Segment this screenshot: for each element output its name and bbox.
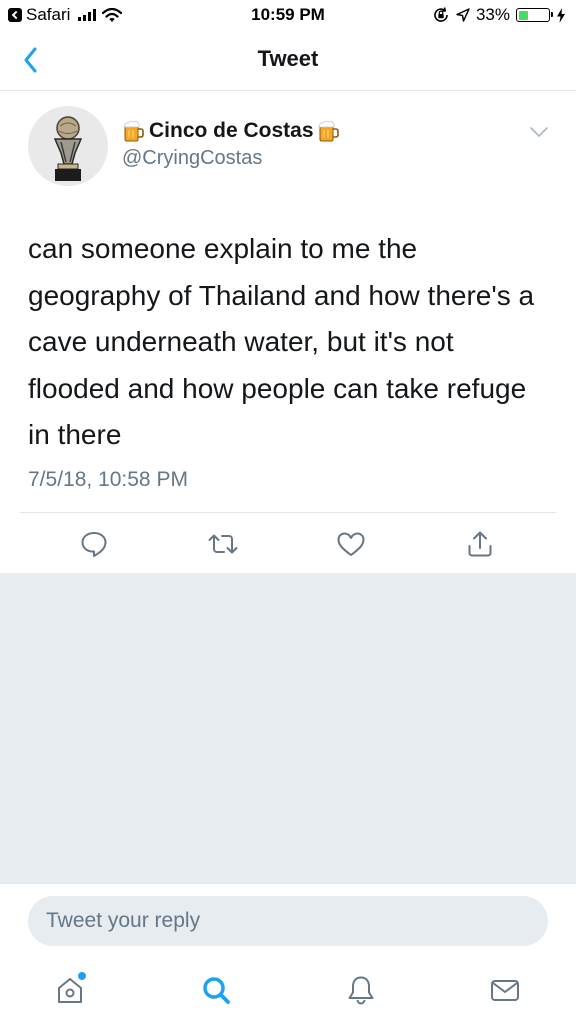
battery-level [518, 10, 529, 20]
status-bar-left[interactable]: Safari [8, 5, 123, 25]
charging-bolt-icon [557, 7, 565, 23]
notifications-icon [348, 976, 374, 1005]
messages-icon [491, 980, 519, 1001]
beer-mug-icon [123, 120, 144, 142]
share-button[interactable] [462, 526, 498, 562]
author-display-name[interactable]: Cinco de Costas [149, 119, 314, 143]
tweet-actions [0, 516, 576, 572]
cellular-signal-icon [78, 9, 97, 21]
like-icon [337, 532, 365, 556]
tweet-text: can someone explain to me the geography … [28, 233, 535, 450]
retweet-icon [208, 534, 238, 554]
share-icon [468, 531, 492, 557]
like-button[interactable] [333, 526, 369, 562]
orientation-lock-icon [434, 7, 448, 22]
tab-search[interactable] [196, 970, 236, 1010]
beer-mug-icon [318, 120, 339, 142]
chevron-down-icon [530, 127, 548, 137]
reply-icon [81, 532, 107, 557]
battery-icon [516, 8, 553, 22]
back-app-label[interactable]: Safari [26, 5, 70, 25]
tab-home[interactable] [50, 970, 90, 1010]
home-notification-dot [78, 972, 86, 980]
bottom-bar [0, 883, 576, 1025]
status-bar: Safari 10:59 PM 33% [0, 0, 576, 30]
reply-button[interactable] [76, 526, 112, 562]
back-to-app-icon[interactable] [8, 8, 22, 22]
tab-messages[interactable] [485, 970, 525, 1010]
location-icon [456, 8, 470, 22]
replies-area [0, 573, 576, 883]
author-handle[interactable]: @CryingCostas [122, 147, 262, 170]
divider [20, 512, 556, 513]
reply-input[interactable] [28, 896, 548, 946]
wifi-icon [102, 7, 123, 22]
tab-notifications[interactable] [341, 970, 381, 1010]
trophy-icon [53, 116, 83, 181]
retweet-button[interactable] [205, 526, 241, 562]
battery-percent: 33% [475, 5, 510, 24]
author-name-row[interactable]: Cinco de Costas [122, 117, 341, 145]
tweet-timestamp[interactable]: 7/5/18, 10:58 PM [28, 468, 188, 492]
status-bar-right: 33% [432, 5, 566, 25]
search-icon [203, 977, 230, 1004]
page-title: Tweet [257, 46, 319, 71]
nav-bar: Tweet [0, 30, 576, 91]
tweet-options-button[interactable] [528, 124, 550, 140]
avatar[interactable] [28, 106, 108, 186]
